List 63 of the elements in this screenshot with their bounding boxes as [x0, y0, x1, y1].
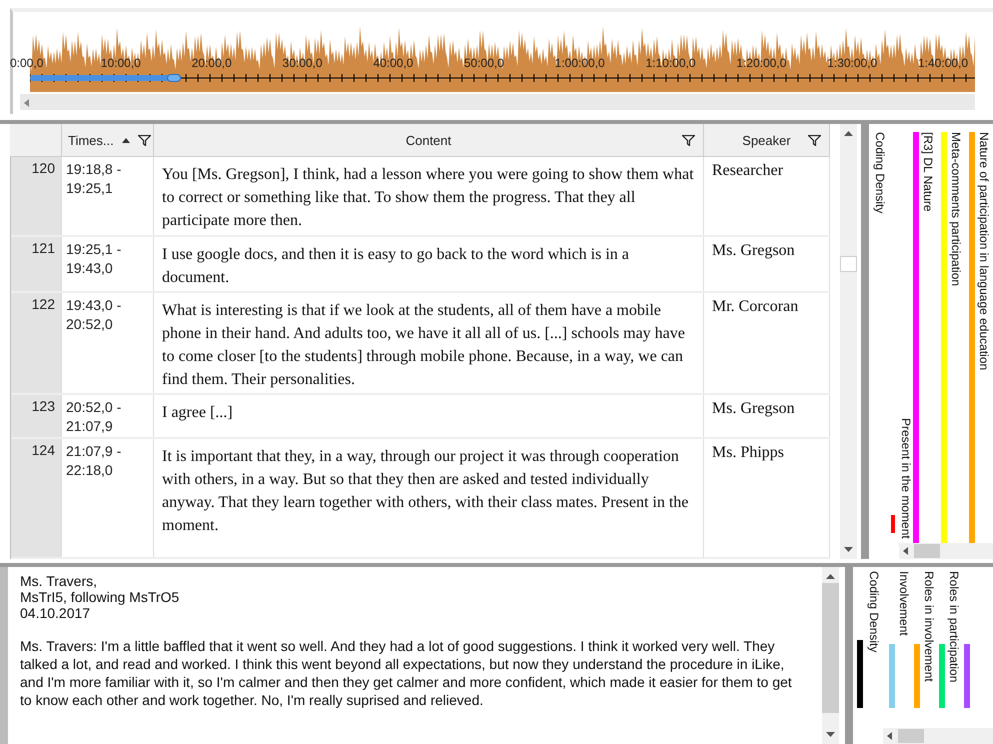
- row-number[interactable]: 124: [11, 439, 62, 557]
- filter-icon[interactable]: [682, 134, 695, 146]
- scroll-thumb[interactable]: [840, 256, 857, 272]
- scroll-left-icon[interactable]: [903, 546, 908, 555]
- horizontal-scrollbar[interactable]: [20, 94, 975, 110]
- speaker-name: Researcher: [712, 162, 784, 180]
- time-label: 40:00,0: [373, 56, 414, 70]
- scroll-up-icon[interactable]: [844, 130, 853, 136]
- speaker-name: Mr. Corcoran: [712, 298, 798, 316]
- document-paragraph: Ms. Travers: I'm a little baffled that it went so well. And they had a lot of good suggestions. I think it worked very well. They talked a lot, and read and worked. I think this went beyond all expectations, but now they understand the procedure in iLike, and I'm more familiar with it, so I'm calmer and then they get calmer and more confident, which made it easier for them to get to know each other and work together. No, I'm really suprised and relieved.: [20, 636, 793, 709]
- time-label: 1:30:00,0: [827, 56, 878, 70]
- stripe-label[interactable]: Meta-comments participation: [949, 132, 963, 543]
- scroll-left-icon[interactable]: [887, 732, 892, 740]
- scroll-thumb[interactable]: [822, 582, 839, 713]
- content-text: I use google docs, and then it is easy to go back to the word which is in a document.: [162, 246, 630, 286]
- horizontal-scrollbar[interactable]: [883, 728, 993, 744]
- playhead-bar[interactable]: [30, 75, 182, 81]
- timestamp: 21:07,9 - 22:18,0: [66, 443, 122, 478]
- time-label: 10:00,0: [100, 56, 141, 70]
- vertical-scrollbar[interactable]: [822, 566, 839, 744]
- time-label: 20:00,0: [192, 56, 232, 70]
- speaker-name: Ms. Phipps: [712, 444, 784, 462]
- column-header[interactable]: Content: [154, 124, 704, 156]
- document-header-line: Ms. Travers,: [20, 572, 98, 589]
- scroll-up-icon[interactable]: [826, 572, 835, 579]
- row-number[interactable]: 123: [11, 395, 62, 438]
- stripe-label[interactable]: Coding Density: [867, 570, 881, 728]
- sort-icon[interactable]: [122, 137, 130, 144]
- stripe-label[interactable]: Coding Density: [873, 132, 887, 543]
- stripe-label[interactable]: Involvement: [897, 570, 911, 728]
- timestamp: 19:18,8 - 19:25,1: [66, 161, 122, 196]
- column-header[interactable]: Speaker: [704, 124, 830, 156]
- timestamp: 19:43,0 - 20:52,0: [66, 297, 122, 332]
- scroll-down-icon[interactable]: [844, 546, 853, 553]
- scroll-down-icon[interactable]: [826, 732, 835, 738]
- content-text: You [Ms. Gregson], I think, had a lesson where you were going to show them what to correct or something like that. To show them the progress. That they all participate more then.: [162, 166, 694, 230]
- content-text: It is important that they, in a way, through our project it was through cooperation with others, in a way. But so that they then are asked and tested individually anyway. That they learn together with others, with their class mates. Present in the moment.: [162, 448, 689, 534]
- stripe-label[interactable]: [R3] DL Nature: [921, 132, 935, 543]
- speaker-name: Ms. Gregson: [712, 400, 795, 418]
- speaker-name: Ms. Gregson: [712, 242, 795, 260]
- scroll-left-icon[interactable]: [24, 99, 29, 107]
- row-number[interactable]: 120: [11, 157, 62, 236]
- content-text: I agree [...]: [162, 404, 233, 422]
- stripe-label[interactable]: Present in the moment: [899, 418, 913, 543]
- time-label: 1:00:00,0: [554, 56, 605, 70]
- content-text: What is interesting is that if we look at the students, all of them have a mobile phone in their hand. And adults too, we have it all all of us. [...] schools may have to come closer [to the students] through mobile phone. Because, in a way, we can find them. Their personalities.: [162, 302, 685, 388]
- column-header[interactable]: Times...: [62, 124, 154, 156]
- horizontal-scrollbar[interactable]: [899, 542, 993, 559]
- document-header-line: MsTrI5, following MsTrO5: [20, 588, 180, 605]
- stripe-label[interactable]: Roles in involvement: [922, 570, 936, 728]
- time-label: 30:00,0: [282, 56, 322, 70]
- time-axis[interactable]: [30, 74, 975, 82]
- document-header-line: 04.10.2017: [20, 604, 90, 621]
- filter-icon[interactable]: [808, 134, 821, 146]
- vertical-scrollbar[interactable]: [840, 124, 857, 559]
- stripe-label[interactable]: Nature of participation in language education: [977, 132, 991, 543]
- coding-stripe[interactable]: [891, 514, 895, 533]
- timestamp: 20:52,0 - 21:07,9: [66, 399, 122, 434]
- row-number[interactable]: 121: [11, 237, 62, 292]
- row-number[interactable]: 122: [11, 293, 62, 394]
- timestamp: 19:25,1 - 19:43,0: [66, 241, 122, 276]
- stripe-label[interactable]: Roles in participation: [947, 570, 961, 728]
- filter-icon[interactable]: [138, 134, 151, 146]
